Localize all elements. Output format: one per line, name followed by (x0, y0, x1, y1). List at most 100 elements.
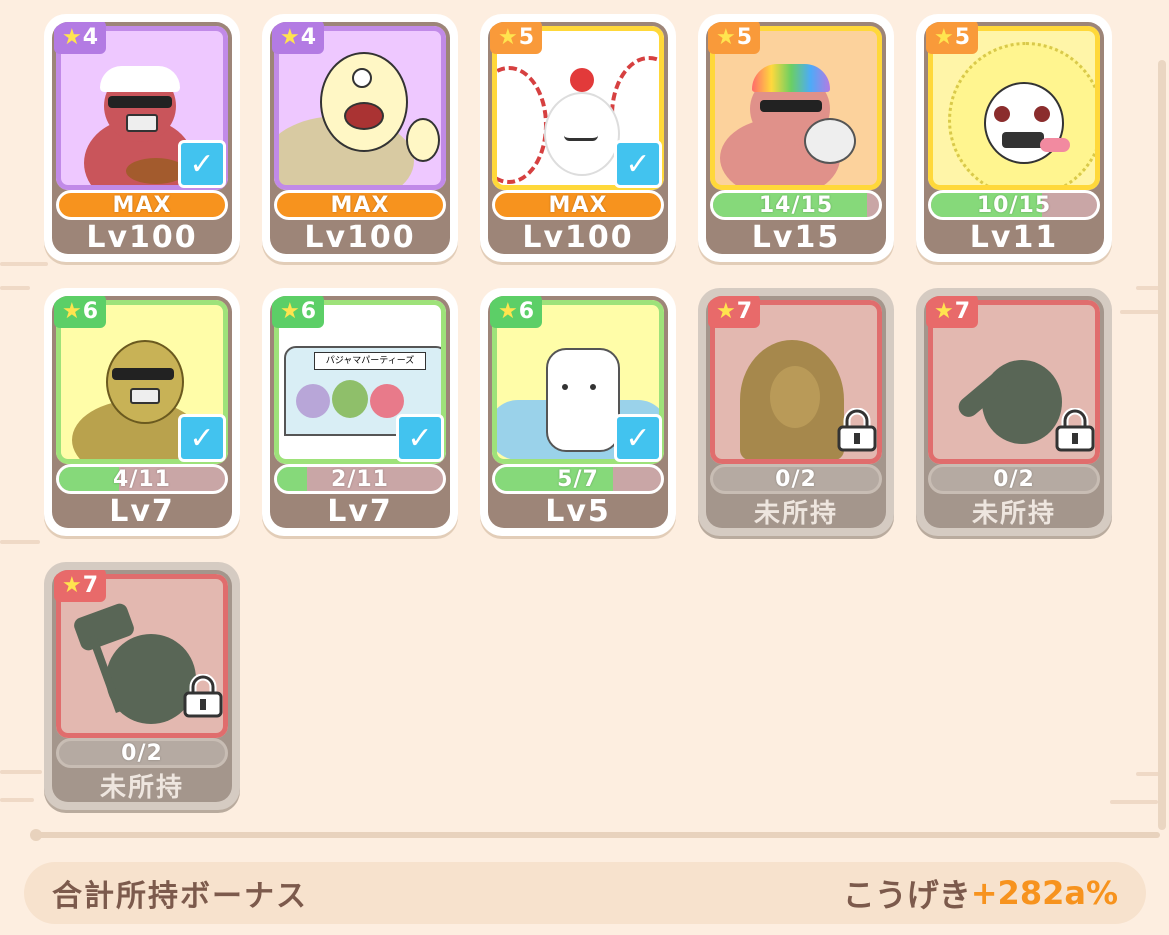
rarity-value: 6 (518, 298, 535, 324)
character-card[interactable]: ★ 4 ✓ MAX Lv100 (44, 14, 240, 262)
character-card[interactable]: ★ 4 MAX Lv100 (262, 14, 458, 262)
card-body: パジャマパーティーズ ★ 6 ✓ 2/11 Lv7 (270, 296, 450, 528)
character-card-locked[interactable]: ★ 7 0/2 未所持 (916, 288, 1112, 536)
bar-text: 0/2 (993, 466, 1035, 492)
background-deco-line (0, 770, 42, 774)
card-body: ★ 6 ✓ 5/7 Lv5 (488, 296, 668, 528)
rarity-badge: ★ 5 (926, 22, 978, 54)
character-card[interactable]: ★ 6 ✓ 4/11 Lv7 (44, 288, 240, 536)
rarity-value: 5 (518, 24, 535, 50)
lock-icon (837, 408, 877, 452)
bar-text: 0/2 (121, 740, 163, 766)
divider (34, 832, 1160, 838)
level-label: Lv7 (109, 493, 175, 529)
character-card[interactable]: ★ 5 ✓ MAX Lv100 (480, 14, 676, 262)
card-body: ★ 5 14/15 Lv15 (706, 22, 886, 254)
bar-text: MAX (548, 192, 608, 218)
star-icon: ★ (933, 24, 954, 50)
rarity-badge: ★ 7 (54, 570, 106, 602)
rarity-value: 7 (954, 298, 971, 324)
level-label: Lv7 (327, 493, 393, 529)
rarity-value: 4 (82, 24, 99, 50)
rarity-badge: ★ 6 (272, 296, 324, 328)
not-owned-label: 未所持 (99, 772, 184, 803)
check-icon: ✓ (396, 414, 444, 462)
rarity-value: 6 (300, 298, 317, 324)
divider-dot (30, 829, 42, 841)
character-card[interactable]: ★ 5 10/15 Lv11 (916, 14, 1112, 262)
scrollbar[interactable] (1158, 60, 1166, 830)
check-icon: ✓ (178, 414, 226, 462)
bonus-value: こうげき +282a% (843, 862, 1118, 924)
background-deco-line (1120, 310, 1160, 314)
check-icon: ✓ (178, 140, 226, 188)
background-deco-line (0, 262, 48, 266)
rarity-badge: ★ 5 (708, 22, 760, 54)
check-icon: ✓ (614, 140, 662, 188)
bonus-stat: こうげき (842, 876, 971, 914)
star-icon: ★ (933, 298, 954, 324)
character-card[interactable]: パジャマパーティーズ ★ 6 ✓ 2/11 Lv7 (262, 288, 458, 536)
check-icon: ✓ (614, 414, 662, 462)
character-card[interactable]: ★ 6 ✓ 5/7 Lv5 (480, 288, 676, 536)
rarity-badge: ★ 7 (926, 296, 978, 328)
rarity-badge: ★ 5 (490, 22, 542, 54)
level-progress-bar: 10/15 (928, 190, 1100, 220)
not-owned-label: 未所持 (971, 498, 1056, 529)
level-progress-bar: 14/15 (710, 190, 882, 220)
card-body: ★ 5 10/15 Lv11 (924, 22, 1104, 254)
bar-text: 4/11 (113, 466, 171, 492)
rarity-badge: ★ 4 (272, 22, 324, 54)
level-progress-bar: 0/2 (710, 464, 882, 494)
star-icon: ★ (279, 298, 300, 324)
bar-text: 10/15 (976, 192, 1052, 218)
level-label: Lv15 (751, 219, 841, 255)
not-owned-label: 未所持 (753, 498, 838, 529)
ownership-bonus-bar: 合計所持ボーナス こうげき +282a% (24, 862, 1146, 924)
rarity-badge: ★ 6 (54, 296, 106, 328)
bonus-label: 合計所持ボーナス (52, 879, 308, 914)
level-progress-bar: 4/11 (56, 464, 228, 494)
star-icon: ★ (715, 298, 736, 324)
card-body: ★ 4 ✓ MAX Lv100 (52, 22, 232, 254)
lock-icon (183, 674, 223, 718)
background-deco-line (1136, 772, 1160, 776)
rarity-badge: ★ 7 (708, 296, 760, 328)
level-label: Lv100 (304, 219, 416, 255)
level-progress-bar: 0/2 (928, 464, 1100, 494)
rarity-value: 7 (736, 298, 753, 324)
bar-text: 0/2 (775, 466, 817, 492)
character-card[interactable]: ★ 5 14/15 Lv15 (698, 14, 894, 262)
star-icon: ★ (61, 572, 82, 598)
star-icon: ★ (497, 298, 518, 324)
card-body: ★ 6 ✓ 4/11 Lv7 (52, 296, 232, 528)
bar-text: 2/11 (331, 466, 389, 492)
level-label: Lv11 (969, 219, 1059, 255)
character-card-locked[interactable]: ★ 7 0/2 未所持 (698, 288, 894, 536)
card-body: ★ 7 0/2 未所持 (52, 570, 232, 802)
bonus-amount: +282a% (970, 874, 1118, 912)
background-deco-line (0, 540, 40, 544)
level-progress-bar: 2/11 (274, 464, 446, 494)
character-card-locked[interactable]: ★ 7 0/2 未所持 (44, 562, 240, 810)
rarity-badge: ★ 6 (490, 296, 542, 328)
star-icon: ★ (61, 298, 82, 324)
card-body: ★ 7 0/2 未所持 (924, 296, 1104, 528)
star-icon: ★ (61, 24, 82, 50)
level-label: Lv100 (86, 219, 198, 255)
bar-text: MAX (112, 192, 172, 218)
bar-text: 5/7 (557, 466, 599, 492)
level-bar: MAX (492, 190, 664, 220)
rarity-value: 4 (300, 24, 317, 50)
level-bar: MAX (274, 190, 446, 220)
rarity-value: 5 (954, 24, 971, 50)
star-icon: ★ (715, 24, 736, 50)
bar-text: MAX (330, 192, 390, 218)
rarity-value: 5 (736, 24, 753, 50)
background-deco-line (1110, 800, 1158, 804)
background-deco-line (0, 286, 30, 290)
card-body: ★ 5 ✓ MAX Lv100 (488, 22, 668, 254)
rarity-value: 7 (82, 572, 99, 598)
background-deco-line (0, 798, 34, 802)
level-progress-bar: 5/7 (492, 464, 664, 494)
